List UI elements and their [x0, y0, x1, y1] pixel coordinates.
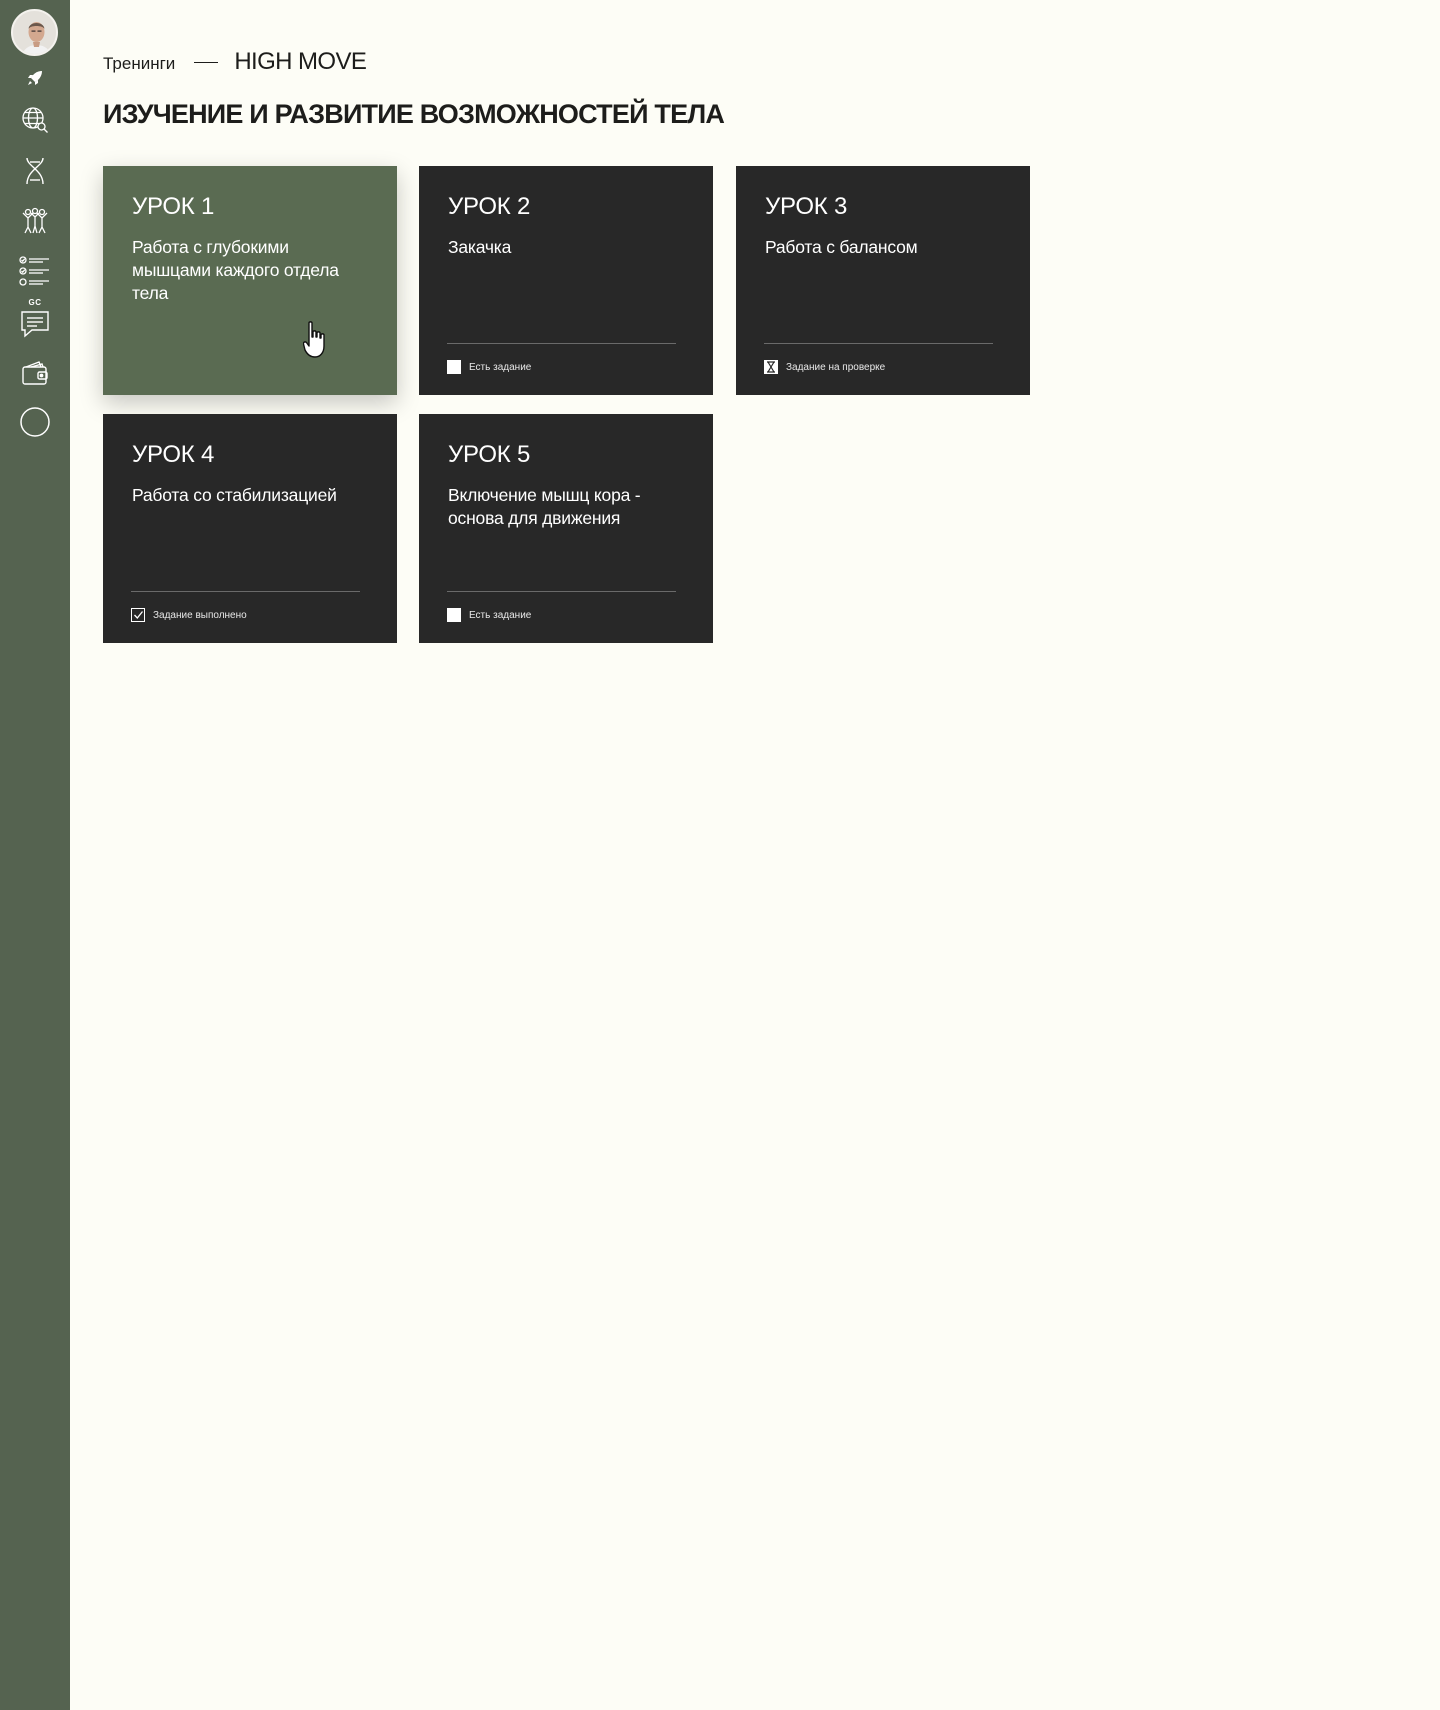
hourglass-icon — [764, 360, 778, 374]
card-divider — [447, 343, 676, 344]
page-title: ИЗУЧЕНИЕ И РАЗВИТИЕ ВОЗМОЖНОСТЕЙ ТЕЛА — [103, 99, 725, 129]
dna-icon[interactable] — [17, 153, 53, 189]
card-divider — [447, 591, 676, 592]
sidebar: GC — [0, 0, 70, 1710]
lesson-status-text: Есть задание — [469, 609, 532, 621]
breadcrumb-current: HIGH MOVE — [234, 48, 367, 75]
lesson-title: УРОК 4 — [132, 441, 215, 468]
lesson-status: Задание выполнено — [131, 608, 247, 622]
lesson-title: УРОК 5 — [448, 441, 531, 468]
lesson-card-1[interactable]: УРОК 1 Работа с глубокими мышцами каждог… — [103, 166, 397, 395]
avatar-image — [13, 11, 56, 54]
wallet-icon[interactable] — [17, 355, 53, 391]
people-icon[interactable] — [17, 203, 53, 239]
lesson-description: Закачка — [448, 237, 512, 257]
lesson-title: УРОК 3 — [765, 193, 848, 220]
lesson-description: Включение мышц кора - основа для движени… — [448, 485, 641, 528]
globe-search-icon[interactable] — [17, 102, 53, 138]
breadcrumb-separator — [194, 62, 219, 63]
card-divider — [764, 343, 993, 344]
user-avatar[interactable] — [11, 9, 58, 56]
lesson-status-text: Задание выполнено — [153, 609, 247, 621]
lesson-card-4[interactable]: УРОК 4 Работа со стабилизацией Задание в… — [103, 414, 397, 643]
lesson-description: Работа с балансом — [765, 237, 918, 257]
lesson-card-2[interactable]: УРОК 2 Закачка Есть задание — [419, 166, 713, 395]
lesson-card-5[interactable]: УРОК 5 Включение мышц кора - основа для … — [419, 414, 713, 643]
lesson-status: Задание на проверке — [764, 360, 885, 374]
empty-box-icon — [447, 608, 461, 622]
lesson-title: УРОК 2 — [448, 193, 531, 220]
lesson-status-text: Есть задание — [469, 361, 532, 373]
lesson-title: УРОК 1 — [132, 193, 215, 220]
lesson-card-3[interactable]: УРОК 3 Работа с балансом Задание на пров… — [736, 166, 1030, 395]
card-divider — [131, 591, 360, 592]
rocket-icon[interactable] — [17, 60, 53, 96]
breadcrumb-parent-link[interactable]: Тренинги — [103, 54, 175, 74]
lesson-status: Есть задание — [447, 360, 531, 374]
checklist-icon[interactable] — [17, 253, 53, 289]
lesson-status: Есть задание — [447, 608, 531, 622]
breadcrumb: Тренинги HIGH MOVE — [103, 48, 367, 76]
lesson-description: Работа с глубокими мышцами каждого отдел… — [132, 237, 339, 303]
circle-icon[interactable] — [17, 404, 53, 440]
hand-pointer-icon — [303, 321, 325, 358]
lesson-status-text: Задание на проверке — [786, 361, 886, 373]
checkbox-checked-icon — [131, 608, 145, 622]
empty-box-icon — [447, 360, 461, 374]
chat-icon[interactable] — [17, 306, 53, 342]
lesson-description: Работа со стабилизацией — [132, 485, 337, 505]
